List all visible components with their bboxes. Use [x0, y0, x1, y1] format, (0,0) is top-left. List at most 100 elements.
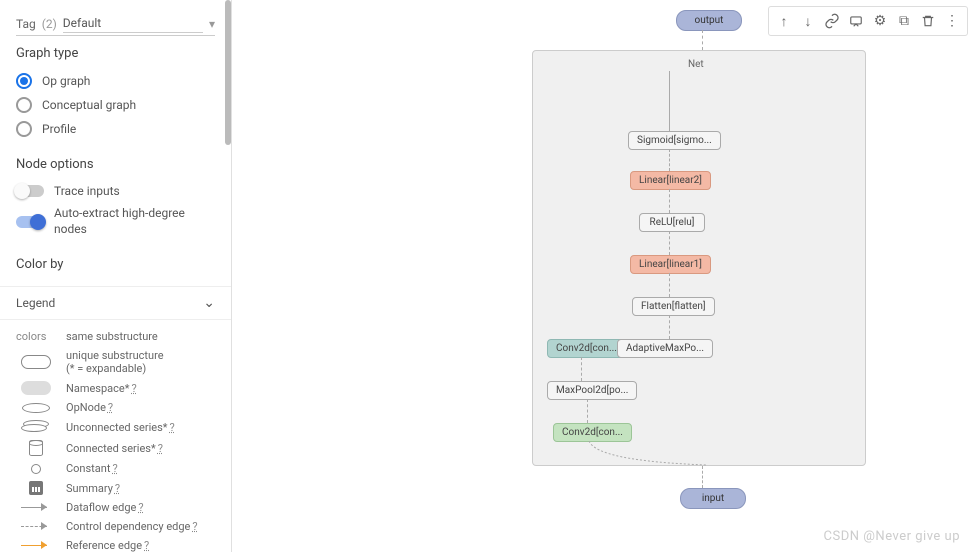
- radio-label: Conceptual graph: [42, 98, 136, 112]
- legend-label: Constant: [66, 462, 110, 475]
- edge: [669, 315, 670, 339]
- node-linear1[interactable]: Linear[linear1]: [630, 255, 711, 274]
- constant-icon: [31, 464, 41, 474]
- tag-selector[interactable]: Tag (2) Default ▾: [16, 14, 215, 36]
- settings-button[interactable]: ⚙: [869, 10, 891, 32]
- node-flatten[interactable]: Flatten[flatten]: [632, 297, 715, 316]
- tag-dropdown[interactable]: Default: [63, 14, 203, 33]
- legend-label: Reference edge: [66, 539, 142, 552]
- upload-icon: ↑: [781, 13, 788, 30]
- toggle-trace-inputs[interactable]: [16, 185, 44, 197]
- dataflow-edge-icon: [21, 504, 51, 512]
- node-conv2[interactable]: Conv2d[con...: [547, 339, 626, 358]
- chat-icon: [849, 14, 863, 28]
- legend-header[interactable]: Legend ⌄: [0, 286, 231, 320]
- edge: [669, 71, 670, 131]
- node-input[interactable]: input: [680, 488, 746, 509]
- node-maxpool[interactable]: MaxPool2d[po...: [547, 381, 637, 400]
- graph-type-title: Graph type: [16, 46, 215, 61]
- node-options-title: Node options: [16, 157, 215, 172]
- radio-op-graph[interactable]: Op graph: [16, 69, 215, 93]
- chat-button[interactable]: [845, 10, 867, 32]
- opnode-icon: [22, 403, 50, 413]
- link-icon: [824, 13, 840, 29]
- node-linear2[interactable]: Linear[linear2]: [630, 171, 711, 190]
- legend-item: unique substructure(* = expandable): [0, 346, 231, 378]
- restore-button[interactable]: ⧉: [893, 10, 915, 32]
- radio-icon: [16, 121, 32, 137]
- edge-curve: [587, 441, 707, 467]
- edge: [702, 30, 703, 50]
- legend-title: Legend: [16, 296, 55, 310]
- upload-button[interactable]: ↑: [773, 10, 795, 32]
- summary-icon: [29, 481, 43, 495]
- node-output[interactable]: output: [676, 10, 742, 31]
- radio-icon: [16, 73, 32, 89]
- help-icon[interactable]: ?: [158, 442, 163, 455]
- toolbar: ↑ ↓ ⚙ ⧉ ⋮: [768, 6, 968, 36]
- edge: [669, 189, 670, 213]
- toggle-label: Auto-extract high-degree nodes: [54, 206, 204, 237]
- help-icon[interactable]: ?: [170, 421, 175, 434]
- node-conv1[interactable]: Conv2d[con...: [553, 423, 632, 442]
- legend-item: Control dependency edge?: [0, 517, 231, 536]
- help-icon[interactable]: ?: [144, 539, 149, 552]
- series-icon: [21, 420, 51, 434]
- help-icon[interactable]: ?: [115, 482, 120, 495]
- more-icon: ⋮: [945, 13, 959, 29]
- legend-item: Dataflow edge?: [0, 498, 231, 517]
- legend-item: Connected series*?: [0, 437, 231, 459]
- legend-item: Reference edge?: [0, 536, 231, 552]
- help-icon[interactable]: ?: [112, 462, 117, 475]
- radio-icon: [16, 97, 32, 113]
- help-icon[interactable]: ?: [108, 401, 113, 414]
- dropdown-icon: ▾: [209, 17, 215, 31]
- legend-col-structure: same substructure: [66, 330, 158, 343]
- watermark: CSDN @Never give up: [824, 529, 960, 544]
- tag-label: Tag: [16, 17, 36, 31]
- color-by-title: Color by: [16, 257, 215, 272]
- edge: [669, 273, 670, 297]
- chevron-down-icon: ⌄: [203, 295, 215, 311]
- edge: [581, 357, 582, 381]
- help-icon[interactable]: ?: [192, 520, 197, 533]
- gear-icon: ⚙: [874, 13, 887, 29]
- help-icon[interactable]: ?: [131, 382, 136, 395]
- download-button[interactable]: ↓: [797, 10, 819, 32]
- legend-col-colors: colors: [16, 330, 56, 343]
- edge: [587, 399, 588, 423]
- connected-series-icon: [29, 440, 43, 456]
- legend-label: Dataflow edge: [66, 501, 136, 514]
- scrollbar[interactable]: [225, 0, 231, 145]
- node-adaptivemax[interactable]: AdaptiveMaxPo...: [617, 339, 713, 358]
- graph-canvas[interactable]: ↑ ↓ ⚙ ⧉ ⋮ output Net Sigmoid[sigmo... Li…: [232, 0, 978, 552]
- legend-sublabel: (* = expandable): [66, 362, 146, 375]
- legend-label: Connected series*: [66, 442, 156, 455]
- edge: [702, 466, 703, 488]
- more-button[interactable]: ⋮: [941, 10, 963, 32]
- link-button[interactable]: [821, 10, 843, 32]
- help-icon[interactable]: ?: [138, 501, 143, 514]
- radio-profile[interactable]: Profile: [16, 117, 215, 141]
- radio-label: Op graph: [42, 74, 90, 88]
- node-relu[interactable]: ReLU[relu]: [639, 213, 705, 232]
- legend-item: Constant?: [0, 459, 231, 478]
- radio-conceptual-graph[interactable]: Conceptual graph: [16, 93, 215, 117]
- legend-label: Summary: [66, 482, 113, 495]
- toggle-auto-extract[interactable]: [16, 216, 44, 228]
- net-label: Net: [688, 59, 704, 70]
- edge: [669, 231, 670, 255]
- download-icon: ↓: [805, 13, 812, 30]
- toggle-label: Trace inputs: [54, 184, 120, 198]
- legend-item: OpNode?: [0, 398, 231, 417]
- edge: [669, 149, 670, 171]
- legend-label: Unconnected series*: [66, 421, 168, 434]
- net-container[interactable]: Net Sigmoid[sigmo... Linear[linear2] ReL…: [532, 50, 866, 466]
- namespace-icon: [21, 381, 51, 395]
- reference-edge-icon: [21, 542, 51, 550]
- delete-button[interactable]: [917, 10, 939, 32]
- legend-item: Summary?: [0, 478, 231, 498]
- pill-icon: [21, 355, 51, 369]
- radio-label: Profile: [42, 122, 76, 136]
- node-sigmoid[interactable]: Sigmoid[sigmo...: [628, 131, 721, 150]
